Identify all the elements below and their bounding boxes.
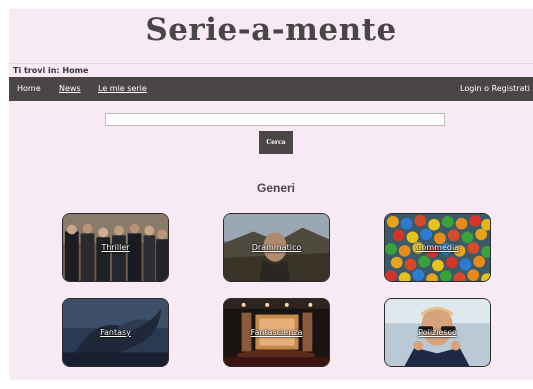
- genres-heading: Generi: [256, 181, 295, 195]
- genre-card-commedia[interactable]: Commedia: [384, 213, 491, 282]
- search-input[interactable]: [105, 113, 445, 126]
- nav-home-link[interactable]: Home: [17, 77, 41, 101]
- genre-label: Commedia: [415, 243, 460, 252]
- genre-label: Fantascienza: [250, 328, 303, 337]
- nav-news-link[interactable]: News: [59, 77, 81, 101]
- genre-card-thriller[interactable]: Thriller: [62, 213, 169, 282]
- genre-label: Fantasy: [100, 328, 131, 337]
- genre-card-fantasy[interactable]: Fantasy: [62, 298, 169, 367]
- genre-label: Thriller: [101, 243, 130, 252]
- search-button[interactable]: Cerca: [259, 131, 293, 154]
- nav-login-link[interactable]: Login o Registrati: [460, 77, 530, 101]
- genre-card-fantascienza[interactable]: Fantascienza: [223, 298, 330, 367]
- genre-label: Poliziesco: [418, 328, 457, 337]
- page: Serie-a-mente Ti trovi in: Home Home New…: [9, 9, 533, 380]
- main-navbar: Home News Le mie serie Login o Registrat…: [9, 77, 533, 101]
- genre-card-drammatico[interactable]: Drammatico: [223, 213, 330, 282]
- genre-label: Drammatico: [251, 243, 302, 252]
- title-divider: [9, 63, 533, 64]
- genre-card-poliziesco[interactable]: Poliziesco: [384, 298, 491, 367]
- breadcrumb: Ti trovi in: Home: [13, 66, 89, 75]
- site-title: Serie-a-mente: [145, 12, 397, 48]
- nav-my-series-link[interactable]: Le mie serie: [98, 77, 147, 101]
